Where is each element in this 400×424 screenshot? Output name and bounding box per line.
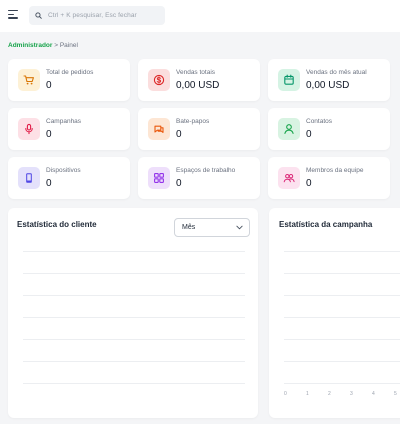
- chart-gridline: [284, 339, 400, 340]
- search-placeholder: Ctrl + K pesquisar, Esc fechar: [48, 12, 137, 19]
- stat-label: Membros da equipe: [306, 167, 364, 174]
- menu-toggle-icon[interactable]: [8, 10, 18, 20]
- chart-gridline: [284, 295, 400, 296]
- stat-label: Campanhas: [46, 118, 82, 125]
- breadcrumb-root-link[interactable]: Administrador: [8, 42, 52, 49]
- stat-label: Dispositivos: [46, 167, 81, 174]
- team-icon: [278, 167, 300, 189]
- client-stats-title: Estatística do cliente: [17, 220, 97, 229]
- campaign-stats-title: Estatística da campanha: [279, 220, 373, 229]
- period-select[interactable]: Mês: [174, 218, 250, 237]
- stat-card-chats[interactable]: Bate-papos 0: [138, 108, 260, 150]
- breadcrumb-separator: >: [54, 42, 59, 49]
- stat-label: Total de pedidos: [46, 69, 94, 76]
- stat-label: Vendas do mês atual: [306, 69, 367, 76]
- search-input[interactable]: Ctrl + K pesquisar, Esc fechar: [29, 6, 165, 25]
- client-stats-panel: Estatística do cliente Mês: [8, 208, 258, 418]
- stat-card-devices[interactable]: Dispositivos 0: [8, 157, 130, 199]
- chevron-down-icon: [236, 225, 243, 230]
- x-axis-tick: 0: [284, 391, 287, 397]
- chart-gridline: [23, 383, 245, 384]
- device-icon: [18, 167, 40, 189]
- period-select-value: Mês: [182, 224, 196, 231]
- stat-value: 0: [46, 129, 52, 140]
- breadcrumb: Administrador > Painel: [8, 42, 78, 49]
- chart-gridline: [23, 317, 245, 318]
- chart-gridline: [23, 273, 245, 274]
- stat-card-contacts[interactable]: Contatos 0: [268, 108, 390, 150]
- chart-gridline: [284, 383, 400, 384]
- chat-icon: [148, 118, 170, 140]
- stat-card-month-sales[interactable]: Vendas do mês atual 0,00 USD: [268, 59, 390, 101]
- stat-card-team-members[interactable]: Membros da equipe 0: [268, 157, 390, 199]
- stat-value: 0: [46, 80, 52, 91]
- x-axis-tick: 5: [394, 391, 397, 397]
- breadcrumb-current: Painel: [59, 42, 78, 49]
- campaign-stats-panel: Estatística da campanha 0 1 2 3 4 5: [269, 208, 400, 418]
- stat-value: 0: [176, 129, 182, 140]
- x-axis-tick: 2: [328, 391, 331, 397]
- stat-value: 0: [46, 178, 52, 189]
- chart-gridline: [23, 361, 245, 362]
- stat-label: Contatos: [306, 118, 333, 125]
- chart-gridline: [284, 251, 400, 252]
- stat-label: Vendas totais: [176, 69, 216, 76]
- stat-value: 0: [306, 129, 312, 140]
- stat-label: Espaços de trabalho: [176, 167, 236, 174]
- stat-card-total-orders[interactable]: Total de pedidos 0: [8, 59, 130, 101]
- chart-gridline: [284, 361, 400, 362]
- microphone-icon: [18, 118, 40, 140]
- stat-card-campaigns[interactable]: Campanhas 0: [8, 108, 130, 150]
- chart-gridline: [23, 339, 245, 340]
- stat-card-workspaces[interactable]: Espaços de trabalho 0: [138, 157, 260, 199]
- x-axis-tick: 1: [306, 391, 309, 397]
- chart-gridline: [284, 273, 400, 274]
- top-bar: Ctrl + K pesquisar, Esc fechar: [0, 0, 400, 32]
- grid-icon: [148, 167, 170, 189]
- stat-card-total-sales[interactable]: Vendas totais 0,00 USD: [138, 59, 260, 101]
- search-icon: [35, 12, 42, 19]
- stat-value: 0,00 USD: [176, 80, 220, 91]
- chart-gridline: [23, 295, 245, 296]
- stat-label: Bate-papos: [176, 118, 210, 125]
- stat-value: 0: [176, 178, 182, 189]
- user-icon: [278, 118, 300, 140]
- x-axis-tick: 4: [372, 391, 375, 397]
- cart-icon: [18, 69, 40, 91]
- dollar-icon: [148, 69, 170, 91]
- calendar-icon: [278, 69, 300, 91]
- stat-value: 0: [306, 178, 312, 189]
- chart-gridline: [23, 251, 245, 252]
- chart-gridline: [284, 317, 400, 318]
- stat-value: 0,00 USD: [306, 80, 350, 91]
- x-axis-tick: 3: [350, 391, 353, 397]
